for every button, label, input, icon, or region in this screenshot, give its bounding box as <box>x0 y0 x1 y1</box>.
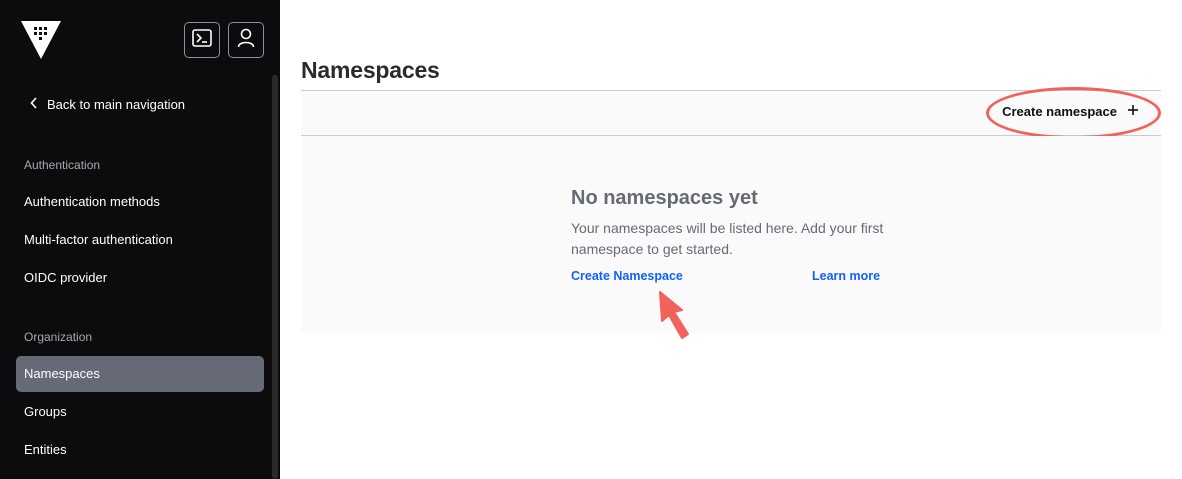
back-link-label: Back to main navigation <box>47 97 186 112</box>
sidebar-item-oidc-provider[interactable]: OIDC provider <box>16 260 264 296</box>
user-menu-button[interactable] <box>228 22 264 58</box>
app-root: Back to main navigation Authentication A… <box>0 0 1182 479</box>
sidebar-item-mfa[interactable]: Multi-factor authentication <box>16 222 264 258</box>
chevron-left-icon <box>30 97 38 112</box>
vault-logo-icon[interactable] <box>20 20 62 60</box>
sidebar-item-groups[interactable]: Groups <box>16 394 264 430</box>
sidebar-item-namespaces[interactable]: Namespaces <box>16 356 264 392</box>
empty-state-title: No namespaces yet <box>571 187 758 209</box>
sidebar-item-authentication-methods[interactable]: Authentication methods <box>16 184 264 220</box>
section-label-authentication: Authentication <box>24 158 101 172</box>
create-namespace-label: Create namespace <box>1002 104 1117 119</box>
user-icon <box>237 28 255 53</box>
plus-icon <box>1127 104 1139 119</box>
console-button[interactable] <box>184 22 220 58</box>
empty-state-panel: No namespaces yet Your namespaces will b… <box>301 136 1161 333</box>
sidebar-item-entities[interactable]: Entities <box>16 432 264 468</box>
namespaces-toolbar: Create namespace <box>301 90 1161 136</box>
terminal-icon <box>192 28 212 52</box>
create-namespace-button[interactable]: Create namespace <box>1002 104 1139 119</box>
create-namespace-link[interactable]: Create Namespace <box>571 269 683 283</box>
learn-more-link[interactable]: Learn more <box>812 269 880 283</box>
sidebar-scrollbar[interactable] <box>272 75 278 479</box>
sidebar: Back to main navigation Authentication A… <box>0 0 280 479</box>
back-to-main-navigation-link[interactable]: Back to main navigation <box>30 97 185 112</box>
empty-state-body: Your namespaces will be listed here. Add… <box>571 220 884 257</box>
section-label-organization: Organization <box>24 330 93 344</box>
page-title: Namespaces <box>301 57 440 83</box>
